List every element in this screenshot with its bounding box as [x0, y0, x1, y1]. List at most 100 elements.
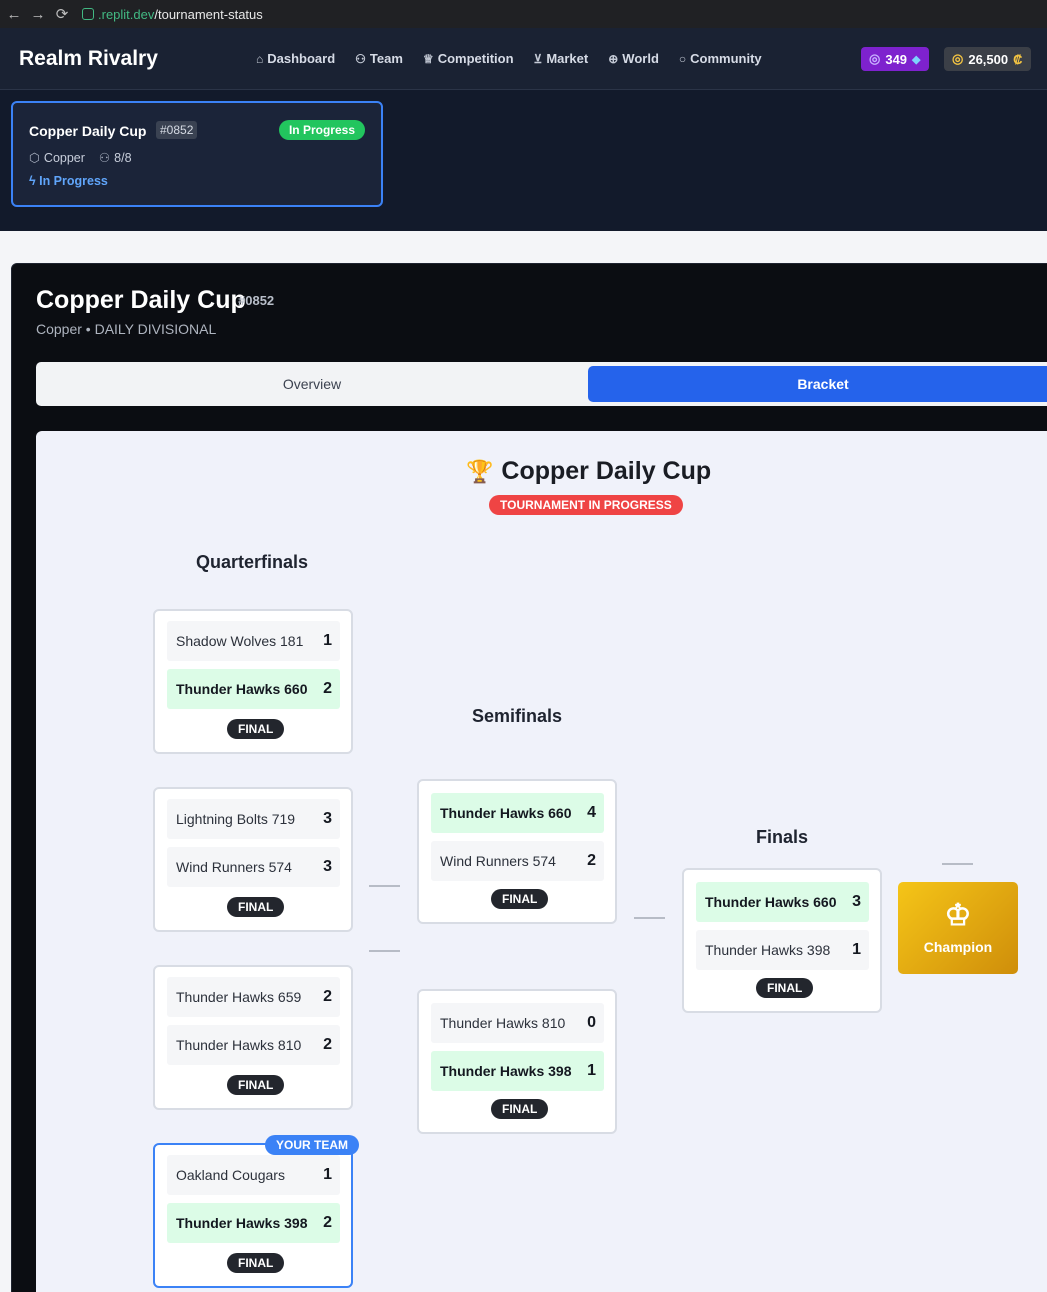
nav-competition[interactable]: ♕ Competition — [423, 51, 514, 66]
trophy-icon: ♕ — [422, 51, 434, 66]
lightning-icon: ϟ — [29, 174, 40, 188]
nav-dashboard[interactable]: ⌂ Dashboard — [256, 51, 335, 66]
gems-balance[interactable]: ◎ 349 ◆ — [861, 47, 929, 71]
users-icon: ⚇ — [355, 51, 366, 66]
team-score: 3 — [852, 893, 861, 910]
page-title: Copper Daily Cup — [36, 286, 246, 314]
shield-icon: ⬡ — [29, 151, 40, 165]
team-row-winner: Thunder Hawks 660 2 — [167, 669, 340, 709]
match-status-badge: FINAL — [491, 1099, 549, 1119]
team-row: Shadow Wolves 181 1 — [167, 621, 340, 661]
team-row: Thunder Hawks 810 2 — [167, 1025, 340, 1065]
team-row-winner: Thunder Hawks 660 3 — [696, 882, 869, 922]
coins-balance[interactable]: ◎ 26,500 ₡ — [944, 47, 1031, 71]
team-score: 2 — [587, 852, 596, 869]
participants-count: 8/8 — [114, 151, 132, 165]
trophy-icon: 🏆 — [466, 458, 494, 484]
bracket-title-text: Copper Daily Cup — [501, 457, 712, 485]
nav-label: Community — [690, 51, 762, 66]
nav-community[interactable]: ○ Community — [679, 51, 762, 66]
team-name: Thunder Hawks 810 — [440, 1015, 566, 1031]
tab-overview[interactable]: Overview — [40, 366, 584, 402]
tournament-status-badge: TOURNAMENT IN PROGRESS — [489, 495, 683, 515]
team-row-winner: Thunder Hawks 660 4 — [431, 793, 604, 833]
team-name: Oakland Cougars — [176, 1167, 285, 1183]
team-score: 3 — [323, 810, 332, 827]
bracket-connector — [634, 917, 665, 919]
forward-icon[interactable]: → — [26, 6, 50, 23]
globe-icon: ⊕ — [608, 51, 619, 66]
match-status-badge: FINAL — [756, 978, 814, 998]
chat-icon: ○ — [678, 51, 687, 66]
round-title-quarterfinals: Quarterfinals — [196, 552, 309, 572]
back-icon[interactable]: ← — [2, 6, 26, 23]
brand-logo[interactable]: Realm Rivalry — [19, 47, 256, 71]
match-status-badge: FINAL — [491, 889, 549, 909]
diamond-icon: ◆ — [912, 53, 921, 66]
nav-label: Market — [546, 51, 589, 66]
team-score: 1 — [323, 1166, 332, 1183]
team-row-winner: Thunder Hawks 398 1 — [431, 1051, 604, 1091]
round-title-finals: Finals — [756, 827, 809, 847]
bracket-connector — [942, 863, 973, 865]
nav-world[interactable]: ⊕ World — [608, 51, 659, 66]
status-badge: In Progress — [278, 120, 365, 140]
team-name: Thunder Hawks 660 — [440, 805, 572, 821]
site-info-icon[interactable] — [82, 8, 94, 20]
team-name: Thunder Hawks 398 — [705, 942, 831, 958]
page-title-id: #0852 — [238, 293, 275, 308]
match-card-qf1[interactable]: Shadow Wolves 181 1 Thunder Hawks 660 2 FI… — [153, 609, 353, 754]
match-status-badge: FINAL — [227, 719, 285, 739]
app-header: Realm Rivalry ⌂ Dashboard ⚇ Team ♕ Competit… — [0, 28, 1047, 90]
team-name: Thunder Hawks 398 — [176, 1215, 308, 1231]
tab-bracket[interactable]: Bracket — [588, 366, 1047, 402]
team-row: Wind Runners 574 2 — [431, 841, 604, 881]
division-label: Copper — [43, 151, 85, 165]
team-row: Oakland Cougars 1 — [167, 1155, 340, 1195]
match-card-sf2[interactable]: Thunder Hawks 810 0 Thunder Hawks 398 1 FI… — [417, 989, 617, 1134]
match-card-sf1[interactable]: Thunder Hawks 660 4 Wind Runners 574 2 FIN… — [417, 779, 617, 924]
round-title-semifinals: Semifinals — [472, 706, 563, 726]
match-card-qf3[interactable]: Thunder Hawks 659 2 Thunder Hawks 810 2 FI… — [153, 965, 353, 1110]
gems-amount: 349 — [885, 51, 908, 67]
address-bar[interactable]: .replit.dev /tournament-status — [82, 7, 263, 22]
nav-team[interactable]: ⚇ Team — [355, 51, 403, 66]
tournament-state: ϟ In Progress — [29, 174, 108, 188]
tournament-id: #0852 — [156, 121, 198, 139]
nav-label: Dashboard — [267, 51, 336, 66]
cart-icon: ⊻ — [533, 51, 543, 66]
bracket-title: 🏆 Copper Daily Cup — [466, 457, 711, 486]
team-name: Lightning Bolts 719 — [176, 811, 296, 827]
team-score: 0 — [587, 1014, 596, 1031]
reload-icon[interactable]: ⟳ — [50, 5, 74, 23]
team-score: 3 — [323, 858, 332, 875]
tab-bar: Overview Bracket — [36, 362, 1047, 406]
team-row: Thunder Hawks 810 0 — [431, 1003, 604, 1043]
team-score: 1 — [587, 1062, 596, 1079]
url-domain: .replit.dev — [98, 6, 155, 22]
team-row: Wind Runners 574 3 — [167, 847, 340, 887]
nav-market[interactable]: ⊻ Market — [534, 51, 589, 66]
match-card-final[interactable]: Thunder Hawks 660 3 Thunder Hawks 398 1 FI… — [682, 868, 882, 1013]
tournament-detail-panel: Copper Daily Cup #0852 Copper • DAILY DI… — [11, 263, 1047, 1292]
division: ⬡ Copper — [29, 150, 85, 165]
team-name: Wind Runners 574 — [176, 859, 292, 875]
team-name: Wind Runners 574 — [440, 853, 556, 869]
match-status-badge: FINAL — [227, 1075, 285, 1095]
match-card-qf2[interactable]: Lightning Bolts 719 3 Wind Runners 574 3 F… — [153, 787, 353, 932]
tournament-name: Copper Daily Cup — [29, 123, 147, 139]
gems-icon: ◎ — [869, 51, 881, 66]
home-icon: ⌂ — [256, 51, 264, 66]
match-card-qf4[interactable]: YOUR TEAM Oakland Cougars 1 Thunder Hawks… — [153, 1135, 359, 1288]
team-score: 1 — [852, 941, 861, 958]
team-row: Lightning Bolts 719 3 — [167, 799, 340, 839]
team-score: 1 — [323, 632, 332, 649]
users-icon: ⚇ — [98, 151, 111, 165]
coins-amount: 26,500 — [968, 51, 1009, 67]
browser-toolbar: ← → ⟳ .replit.dev /tournament-status — [0, 0, 1047, 28]
tournament-card[interactable]: Copper Daily Cup #0852 In Progress ⬡ Copp… — [11, 101, 383, 207]
champion-card[interactable]: ♔ Champion — [898, 882, 1018, 974]
team-name: Thunder Hawks 810 — [176, 1037, 302, 1053]
bracket-connector — [369, 950, 400, 952]
team-score: 4 — [587, 804, 596, 821]
